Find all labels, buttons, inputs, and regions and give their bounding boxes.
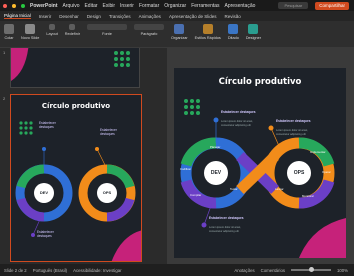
language-indicator[interactable]: Português (Brasil) <box>33 268 67 273</box>
tab-review[interactable]: Revisão <box>224 14 240 19</box>
notes-button[interactable]: Anotações <box>234 268 254 273</box>
slide-2-thumb-ops-label: OPS <box>102 190 112 195</box>
arrange-icon <box>174 24 185 34</box>
title-bar: PowerPoint Arquivo Editar Exibir Inserir… <box>0 0 354 11</box>
app-name[interactable]: PowerPoint <box>30 3 58 9</box>
callout-1-title[interactable]: Estabelecer destaques <box>221 110 261 115</box>
ribbon-toolbar: Colar Novo Slide Layout Redefinir Fonte … <box>0 21 354 48</box>
paste-button[interactable]: Colar <box>4 24 14 40</box>
callout-3-title[interactable]: Estabelecer destaques <box>209 216 249 221</box>
slide-2-thumb-callout-2: Estabelecer destaques <box>100 128 117 136</box>
quick-styles-icon <box>202 24 213 34</box>
new-slide-button[interactable]: Novo Slide <box>21 24 39 40</box>
segment-label-monitorar: Monitorar <box>302 194 314 198</box>
reset-icon <box>69 24 76 30</box>
tab-insert[interactable]: Inserir <box>39 14 52 19</box>
designer-icon <box>248 24 259 34</box>
callout-2-body[interactable]: Lorem ipsum dolor sit amet, consectetur … <box>276 129 322 136</box>
segment-label-compilar: Compilar <box>190 193 202 197</box>
infinity-diagram[interactable] <box>174 68 346 258</box>
menu-ferramentas[interactable]: Ferramentas <box>191 3 219 9</box>
slide-2-thumb-callout-1: Estabelecer destaques <box>39 121 56 129</box>
tab-draw[interactable]: Desenhar <box>59 14 79 19</box>
paragraph-controls[interactable] <box>133 24 164 30</box>
arrange-button[interactable]: Organizar <box>171 24 188 40</box>
layout-icon <box>49 24 56 30</box>
decorative-dots <box>184 99 200 115</box>
powerpoint-window: PowerPoint Arquivo Editar Exibir Inserir… <box>0 0 354 276</box>
tab-home[interactable]: Página Inicial <box>4 13 31 19</box>
search-input[interactable]: Pesquisar <box>278 2 309 9</box>
menu-organizar[interactable]: Organizar <box>164 3 186 9</box>
zoom-slider-thumb[interactable] <box>309 267 314 272</box>
quick-styles-button[interactable]: Estilos Rápidos <box>195 24 221 40</box>
zoom-level[interactable]: 100% <box>337 268 348 273</box>
comments-button[interactable]: Comentários <box>261 268 285 273</box>
close-window-icon[interactable] <box>3 3 7 8</box>
tab-animations[interactable]: Animações <box>139 14 161 19</box>
new-slide-icon <box>25 24 36 34</box>
menu-arquivo[interactable]: Arquivo <box>63 3 80 9</box>
segment-label-lancar: Lançar <box>275 187 284 191</box>
callout-3-body[interactable]: Lorem ipsum dolor sit amet, consectetur … <box>209 226 255 233</box>
tab-slideshow[interactable]: Apresentação de Slides <box>169 14 217 19</box>
zoom-slider[interactable] <box>291 267 331 272</box>
status-bar: Slide 2 de 2 Português (Brasil) Acessibi… <box>0 264 354 276</box>
menu-exibir[interactable]: Exibir <box>103 3 116 9</box>
dev-label[interactable]: DEV <box>207 170 225 176</box>
ribbon-tabs: Página Inicial Inserir Desenhar Design T… <box>0 11 354 21</box>
reset-button[interactable]: Redefinir <box>65 24 80 36</box>
slide-editor-canvas[interactable]: Círculo produtivo Codificar Planejar Com… <box>167 48 354 264</box>
font-group[interactable]: Fonte <box>86 24 127 36</box>
slide-2-thumb-dev-label: DEV <box>39 190 49 195</box>
microphone-icon <box>228 24 239 34</box>
segment-label-testar: Testar <box>230 187 238 191</box>
zoom-window-icon[interactable] <box>21 3 25 8</box>
current-slide[interactable]: Círculo produtivo Codificar Planejar Com… <box>174 68 346 258</box>
slide-thumbnail-1[interactable] <box>10 48 140 88</box>
segment-label-planejar: Planejar <box>210 145 221 149</box>
segment-label-operar: Operar <box>322 170 331 174</box>
clipboard-icon <box>4 24 14 34</box>
layout-button[interactable]: Layout <box>46 24 58 36</box>
minimize-window-icon[interactable] <box>12 3 16 8</box>
slide-number-1: 1 <box>3 50 6 55</box>
designer-button[interactable]: Designer <box>246 24 261 40</box>
accessibility-indicator[interactable]: Acessibilidade: Investigar <box>73 268 122 273</box>
segment-label-codificar: Codificar <box>180 167 192 171</box>
slide-2-thumb-callout-3: Estabelecer destaques <box>37 230 54 238</box>
font-selector[interactable] <box>86 24 127 30</box>
title-bar-right: Pesquisar Compartilhar <box>278 0 354 11</box>
callout-1-body[interactable]: Lorem ipsum dolor sit amet, consectetur … <box>221 120 267 127</box>
menu-inserir[interactable]: Inserir <box>120 3 134 9</box>
menu-apresentacao[interactable]: Apresentação <box>225 3 256 9</box>
slide-2-thumb-art <box>15 121 141 261</box>
callout-2-title[interactable]: Estabelecer destaques <box>276 119 316 124</box>
dictate-button[interactable]: Ditado <box>228 24 239 40</box>
slide-counter[interactable]: Slide 2 de 2 <box>4 268 27 273</box>
slide-number-2: 2 <box>3 96 6 101</box>
segment-label-implementar: Implementar <box>310 150 326 154</box>
menu-editar[interactable]: Editar <box>84 3 97 9</box>
slide-thumbnails-pane: 1 2 Círculo produtivo Estabelecer destaq… <box>0 48 167 264</box>
tab-design[interactable]: Design <box>87 14 101 19</box>
menu-formatar[interactable]: Formatar <box>139 3 159 9</box>
paragraph-group[interactable]: Parágrafo <box>133 24 164 36</box>
slide-thumbnail-2[interactable]: Círculo produtivo Estabelecer destaques … <box>10 94 142 262</box>
slide-1-art <box>11 48 130 81</box>
share-button[interactable]: Compartilhar <box>315 1 349 10</box>
tab-transitions[interactable]: Transições <box>109 14 131 19</box>
ops-label[interactable]: OPS <box>290 170 308 176</box>
